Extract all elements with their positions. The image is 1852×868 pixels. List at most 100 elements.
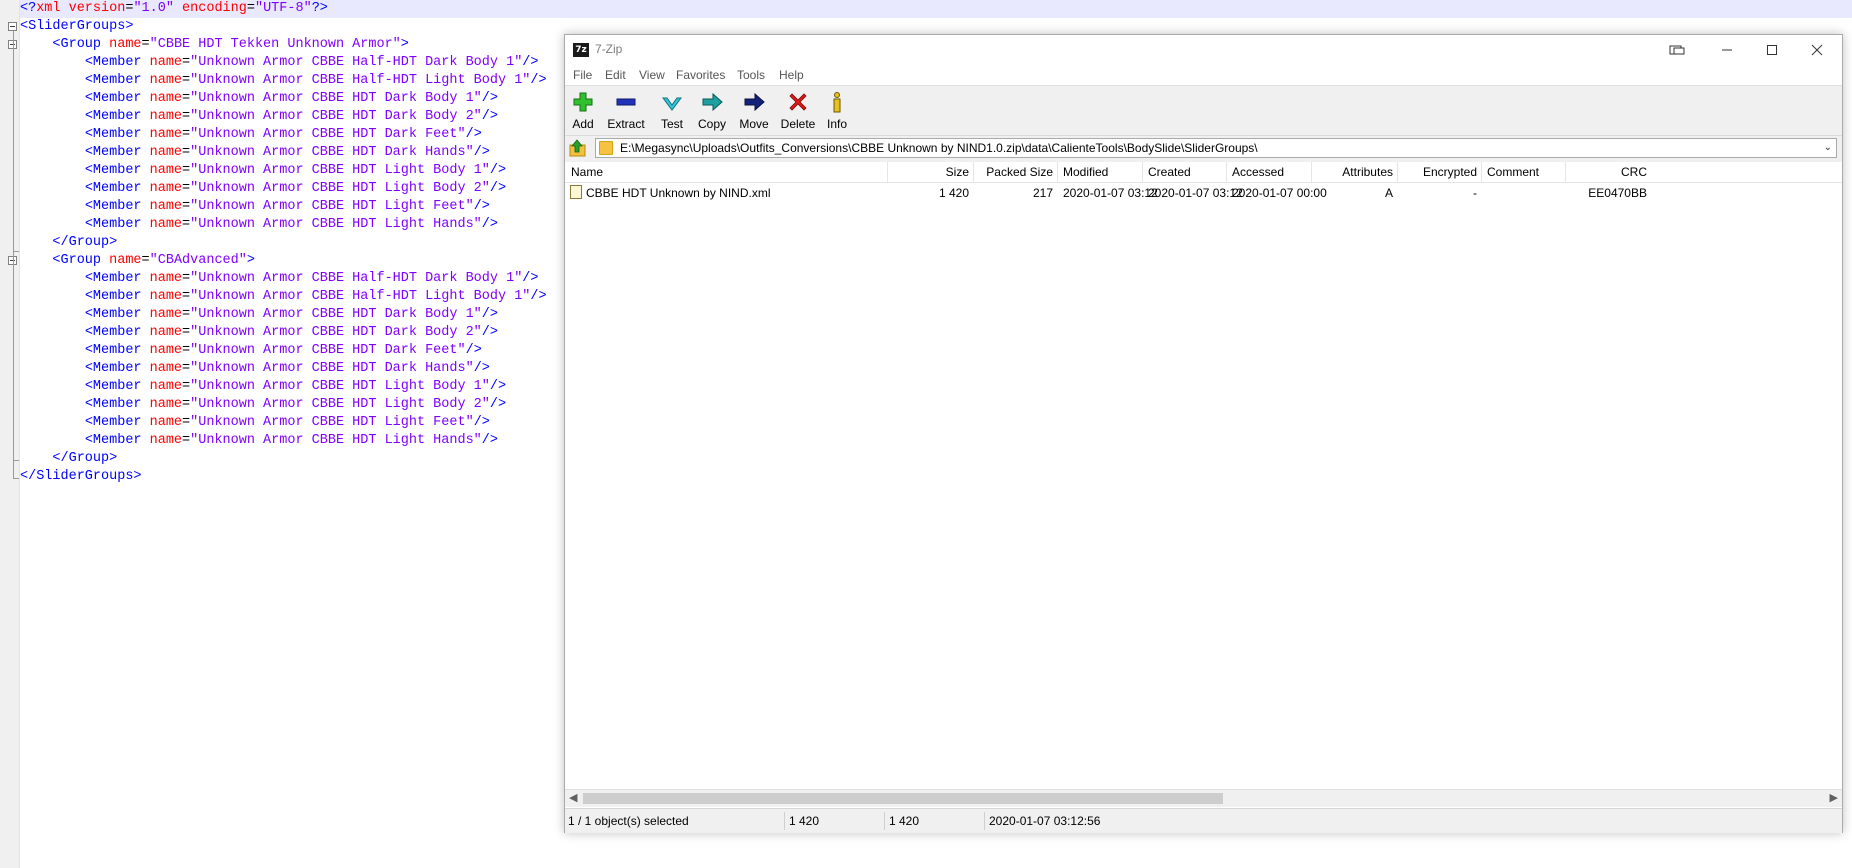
col-crc[interactable]: CRC <box>1571 165 1647 179</box>
code-line[interactable]: <Member name="Unknown Armor CBBE HDT Lig… <box>20 198 490 216</box>
restore-window-icon[interactable] <box>1654 35 1699 65</box>
menu-tools[interactable]: Tools <box>737 68 765 82</box>
row-crc: EE0470BB <box>1588 186 1647 200</box>
code-line[interactable]: </SliderGroups> <box>20 468 142 486</box>
horizontal-scrollbar[interactable]: ◀ ▶ <box>565 789 1842 807</box>
check-icon <box>662 97 682 111</box>
path-input[interactable]: E:\Megasync\Uploads\Outfits_Conversions\… <box>595 138 1837 158</box>
status-modified: 2020-01-07 03:12:56 <box>989 814 1101 828</box>
code-line[interactable]: <Member name="Unknown Armor CBBE Half-HD… <box>20 270 539 288</box>
row-created: 2020-01-07 03:12 <box>1148 186 1243 200</box>
extract-label: Extract <box>607 117 645 131</box>
code-line[interactable]: <Member name="Unknown Armor CBBE HDT Lig… <box>20 396 506 414</box>
code-line[interactable]: <Member name="Unknown Armor CBBE HDT Dar… <box>20 324 498 342</box>
fold-end-tick <box>13 478 19 479</box>
code-line[interactable]: <Member name="Unknown Armor CBBE HDT Lig… <box>20 378 506 396</box>
row-packed-size: 217 <box>1032 186 1053 200</box>
code-line[interactable]: <Group name="CBAdvanced"> <box>20 252 255 270</box>
code-line[interactable]: <Member name="Unknown Armor CBBE HDT Dar… <box>20 144 490 162</box>
move-arrow-icon <box>744 92 765 112</box>
menu-view[interactable]: View <box>639 68 665 82</box>
fold-gutter <box>0 0 20 868</box>
code-line[interactable]: <?xml version="1.0" encoding="UTF-8"?> <box>20 0 328 18</box>
scroll-thumb[interactable] <box>583 793 1223 804</box>
menu-help[interactable]: Help <box>779 68 804 82</box>
status-size: 1 420 <box>789 814 820 828</box>
code-line[interactable]: <Member name="Unknown Armor CBBE HDT Lig… <box>20 162 506 180</box>
sevenzip-app-icon: 7z <box>573 43 589 57</box>
code-line[interactable]: <Group name="CBBE HDT Tekken Unknown Arm… <box>20 36 409 54</box>
scroll-left-icon[interactable]: ◀ <box>569 791 577 804</box>
code-line[interactable]: </Group> <box>20 450 117 468</box>
info-label: Info <box>826 117 847 131</box>
copy-label: Copy <box>697 117 726 131</box>
code-line[interactable]: <Member name="Unknown Armor CBBE HDT Lig… <box>20 180 506 198</box>
status-bar: 1 / 1 object(s) selected 1 420 1 420 202… <box>565 808 1842 833</box>
code-line[interactable]: </Group> <box>20 234 117 252</box>
scroll-right-icon[interactable]: ▶ <box>1830 791 1838 804</box>
col-name[interactable]: Name <box>571 165 603 179</box>
status-selected: 1 / 1 object(s) selected <box>568 814 689 828</box>
code-line[interactable]: <Member name="Unknown Armor CBBE HDT Dar… <box>20 90 498 108</box>
status-packed: 1 420 <box>889 814 920 828</box>
col-size[interactable]: Size <box>895 165 969 179</box>
delete-button[interactable]: Delete <box>779 90 817 136</box>
code-line[interactable]: <Member name="Unknown Armor CBBE HDT Lig… <box>20 216 498 234</box>
fold-line <box>13 31 14 478</box>
code-line[interactable]: <Member name="Unknown Armor CBBE HDT Dar… <box>20 342 482 360</box>
menu-file[interactable]: File <box>573 68 592 82</box>
sevenzip-window: 7z 7-Zip File Edit View Favorites Tools … <box>564 34 1843 833</box>
code-line[interactable]: <Member name="Unknown Armor CBBE HDT Dar… <box>20 306 498 324</box>
row-attributes: A <box>1384 186 1393 200</box>
add-button[interactable]: Add <box>571 90 595 136</box>
code-line[interactable]: <Member name="Unknown Armor CBBE HDT Dar… <box>20 360 490 378</box>
path-text: E:\Megasync\Uploads\Outfits_Conversions\… <box>620 141 1258 155</box>
code-line[interactable]: <Member name="Unknown Armor CBBE HDT Dar… <box>20 126 482 144</box>
maximize-button[interactable] <box>1749 35 1794 65</box>
delete-x-icon <box>789 93 807 111</box>
chevron-down-icon[interactable]: ⌄ <box>1824 142 1832 153</box>
col-created[interactable]: Created <box>1148 165 1191 179</box>
delete-label: Delete <box>780 117 816 131</box>
code-line[interactable]: <Member name="Unknown Armor CBBE HDT Dar… <box>20 108 498 126</box>
fold-end-tick <box>13 251 19 252</box>
extract-button[interactable]: Extract <box>606 90 646 136</box>
minus-icon <box>616 98 636 106</box>
folder-icon <box>599 141 613 155</box>
col-encrypted[interactable]: Encrypted <box>1403 165 1477 179</box>
menu-bar: File Edit View Favorites Tools Help <box>565 65 1842 85</box>
add-label: Add <box>572 117 594 131</box>
row-name: CBBE HDT Unknown by NIND.xml <box>586 186 771 200</box>
move-button[interactable]: Move <box>737 90 771 136</box>
col-attributes[interactable]: Attributes <box>1317 165 1393 179</box>
table-row[interactable]: CBBE HDT Unknown by NIND.xml 1 420 217 2… <box>565 183 1842 201</box>
close-button[interactable] <box>1794 35 1839 65</box>
row-modified: 2020-01-07 03:12 <box>1063 186 1158 200</box>
fold-end-tick <box>13 460 19 461</box>
minimize-button[interactable] <box>1704 35 1749 65</box>
col-comment[interactable]: Comment <box>1487 165 1539 179</box>
window-title: 7-Zip <box>595 42 623 56</box>
fold-toggle-slidergroups[interactable] <box>8 22 17 31</box>
code-line[interactable]: <Member name="Unknown Armor CBBE HDT Lig… <box>20 414 490 432</box>
info-button[interactable]: Info <box>825 90 849 136</box>
col-accessed[interactable]: Accessed <box>1232 165 1284 179</box>
code-line[interactable]: <Member name="Unknown Armor CBBE Half-HD… <box>20 288 547 306</box>
code-line[interactable]: <SliderGroups> <box>20 18 133 36</box>
row-encrypted: - <box>1473 186 1477 200</box>
info-icon <box>833 92 841 113</box>
menu-favorites[interactable]: Favorites <box>676 68 725 82</box>
title-bar[interactable]: 7z 7-Zip <box>565 35 1842 65</box>
row-accessed: 2020-01-07 00:00 <box>1232 186 1327 200</box>
move-label: Move <box>739 117 769 131</box>
test-button[interactable]: Test <box>657 90 687 136</box>
col-modified[interactable]: Modified <box>1063 165 1108 179</box>
folder-up-button[interactable] <box>567 138 589 158</box>
code-line[interactable]: <Member name="Unknown Armor CBBE Half-HD… <box>20 72 547 90</box>
code-line[interactable]: <Member name="Unknown Armor CBBE Half-HD… <box>20 54 539 72</box>
col-packed-size[interactable]: Packed Size <box>979 165 1053 179</box>
copy-button[interactable]: Copy <box>696 90 728 136</box>
menu-edit[interactable]: Edit <box>605 68 626 82</box>
address-bar: E:\Megasync\Uploads\Outfits_Conversions\… <box>565 135 1842 160</box>
code-line[interactable]: <Member name="Unknown Armor CBBE HDT Lig… <box>20 432 498 450</box>
